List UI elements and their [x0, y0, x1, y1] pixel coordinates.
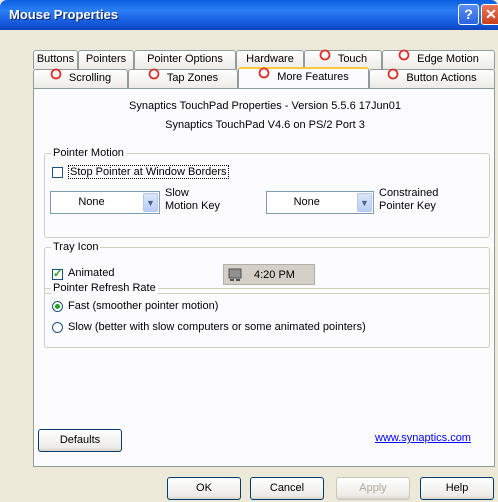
group-title: Pointer Motion	[51, 147, 126, 159]
select-value: None	[78, 196, 105, 208]
tab-pointer-options[interactable]: Pointer Options	[134, 50, 236, 69]
tab-buttons[interactable]: Buttons	[33, 50, 78, 69]
tab-label: Edge Motion	[417, 53, 479, 65]
window-title: Mouse Properties	[9, 7, 119, 22]
tab-more-features[interactable]: More Features	[238, 67, 369, 88]
tab-scrolling[interactable]: Scrolling	[33, 68, 128, 88]
tab-edge-motion[interactable]: Edge Motion	[382, 49, 495, 69]
group-title: Tray Icon	[51, 241, 101, 253]
cancel-button[interactable]: Cancel	[250, 477, 324, 500]
fast-label: Fast (smoother pointer motion)	[68, 300, 219, 312]
tab-label: Scrolling	[68, 72, 112, 84]
fast-radio[interactable]	[52, 301, 63, 312]
touchpad-tray-icon	[228, 268, 242, 285]
pointer-refresh-frame: Pointer Refresh Rate Fast (smoother poin…	[44, 282, 490, 348]
close-button[interactable]: ✕	[481, 4, 498, 25]
tray-time: 4:20 PM	[254, 269, 295, 281]
mouse-properties-window: Mouse Properties ? ✕ Buttons Pointers Po…	[0, 0, 498, 502]
tab-label: More Features	[277, 71, 349, 83]
tray-preview: 4:20 PM	[223, 264, 315, 285]
slow-motion-key-select[interactable]: None ▼	[50, 191, 160, 214]
more-features-panel: Synaptics TouchPad Properties - Version …	[33, 88, 495, 467]
defaults-button[interactable]: Defaults	[38, 429, 122, 452]
tab-label: Pointers	[85, 53, 127, 65]
synaptics-ring-icon	[148, 68, 160, 86]
tab-label: Touch	[337, 53, 368, 65]
group-title: Pointer Refresh Rate	[51, 282, 158, 294]
synaptics-ring-icon	[50, 68, 62, 86]
checkmark-icon: ✓	[53, 268, 63, 280]
synaptics-ring-icon	[319, 49, 331, 67]
synaptics-ring-icon	[398, 49, 410, 67]
synaptics-ring-icon	[387, 68, 399, 86]
tab-label: Tap Zones	[166, 72, 219, 84]
stop-pointer-label[interactable]: Stop Pointer at Window Borders	[68, 165, 229, 179]
help-title-button[interactable]: ?	[458, 4, 479, 25]
tab-label: Hardware	[246, 53, 294, 65]
tab-label: Buttons	[36, 53, 75, 65]
tab-label: Button Actions	[406, 72, 477, 84]
slow-radio[interactable]	[52, 322, 63, 333]
select-value: None	[293, 196, 320, 208]
animated-checkbox[interactable]: ✓	[52, 268, 63, 280]
tab-label: Pointer Options	[147, 53, 223, 65]
constrained-pointer-key-select[interactable]: None ▼	[266, 191, 374, 214]
ok-button[interactable]: OK	[167, 477, 241, 500]
tab-button-actions[interactable]: Button Actions	[369, 68, 495, 88]
apply-button[interactable]: Apply	[336, 477, 410, 500]
slow-label: Slow (better with slow computers or some…	[68, 321, 366, 333]
version-line: Synaptics TouchPad Properties - Version …	[129, 100, 401, 112]
title-bar[interactable]: Mouse Properties ? ✕	[0, 0, 498, 30]
chevron-down-icon[interactable]: ▼	[357, 193, 372, 212]
pointer-motion-group: Pointer Motion Stop Pointer at Window Bo…	[44, 147, 490, 238]
synaptics-ring-icon	[258, 67, 270, 85]
help-button[interactable]: Help	[420, 477, 494, 500]
device-line: Synaptics TouchPad V4.6 on PS/2 Port 3	[165, 119, 365, 131]
tab-tap-zones[interactable]: Tap Zones	[128, 68, 238, 88]
slow-motion-key-label: Slow Motion Key	[165, 187, 221, 212]
tab-pointers[interactable]: Pointers	[78, 50, 134, 69]
radio-dot	[55, 304, 60, 309]
synaptics-link[interactable]: www.synaptics.com	[375, 432, 471, 444]
animated-label: Animated	[68, 267, 115, 279]
constrained-pointer-key-label: Constrained Pointer Key	[379, 187, 439, 212]
stop-pointer-checkbox[interactable]	[52, 167, 63, 178]
chevron-down-icon[interactable]: ▼	[143, 193, 158, 212]
